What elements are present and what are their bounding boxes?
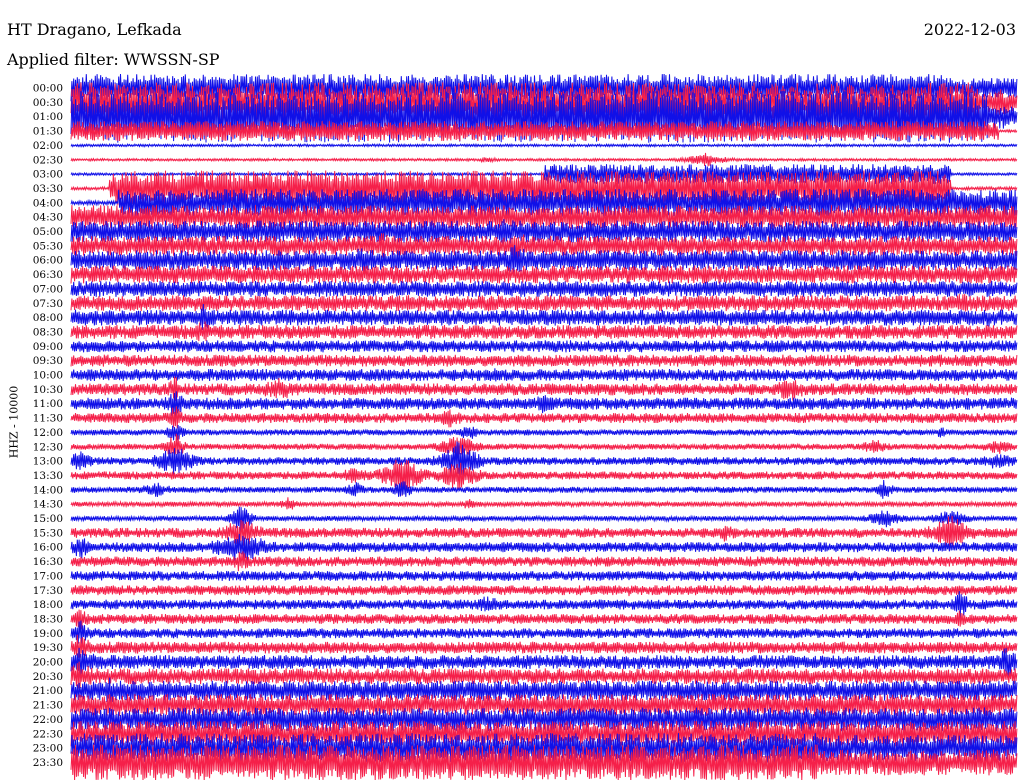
time-tick-label: 07:00 xyxy=(33,283,63,295)
time-tick-label: 09:30 xyxy=(33,355,63,367)
time-tick-label: 16:00 xyxy=(33,542,63,554)
time-tick-label: 18:00 xyxy=(33,599,63,611)
time-tick-label: 23:30 xyxy=(33,757,63,769)
time-tick-label: 02:30 xyxy=(33,154,63,166)
time-tick-label: 05:00 xyxy=(33,226,63,238)
time-tick-label: 15:30 xyxy=(33,527,63,539)
trace-row xyxy=(70,293,1018,312)
trace-row xyxy=(70,591,1018,620)
time-tick-label: 13:00 xyxy=(33,456,63,468)
time-tick-label: 14:00 xyxy=(33,484,63,496)
time-tick-label: 23:00 xyxy=(33,743,63,755)
time-tick-label: 20:00 xyxy=(33,657,63,669)
time-tick-label: 17:30 xyxy=(33,585,63,597)
time-tick-label: 19:00 xyxy=(33,628,63,640)
trace-row xyxy=(70,340,1018,353)
time-tick-label: 20:30 xyxy=(33,671,63,683)
time-tick-label: 11:00 xyxy=(33,398,63,410)
time-tick-label: 14:30 xyxy=(33,499,63,511)
time-tick-label: 01:30 xyxy=(33,126,63,138)
time-tick-label: 04:30 xyxy=(33,212,63,224)
helicorder-plot: 00:00 00:30 01:00 01:30 02:00 02:30 03:00 03:30… xyxy=(33,73,1018,780)
time-tick-label: 22:00 xyxy=(33,714,63,726)
time-tick-label: 11:30 xyxy=(33,413,63,425)
time-tick-label: 03:30 xyxy=(33,183,63,195)
time-tick-label: 08:00 xyxy=(33,312,63,324)
time-tick-label: 12:30 xyxy=(33,441,63,453)
trace-row xyxy=(70,479,1018,499)
trace-row xyxy=(70,551,1018,572)
trace-row xyxy=(70,152,1018,167)
time-tick-label: 10:30 xyxy=(33,384,63,396)
time-tick-label: 15:00 xyxy=(33,513,63,525)
trace-row xyxy=(70,424,1018,441)
trace-row xyxy=(70,354,1018,367)
trace-row xyxy=(70,620,1018,644)
time-tick-label: 21:00 xyxy=(33,685,63,697)
time-tick-label: 04:00 xyxy=(33,197,63,209)
time-tick-label: 22:30 xyxy=(33,728,63,740)
time-tick-label: 10:00 xyxy=(33,370,63,382)
time-tick-label: 21:30 xyxy=(33,700,63,712)
time-tick-label: 00:00 xyxy=(33,83,63,95)
time-tick-label: 13:30 xyxy=(33,470,63,482)
time-tick-label: 18:30 xyxy=(33,613,63,625)
trace-row xyxy=(70,433,1018,458)
time-axis: 00:00 00:30 01:00 01:30 02:00 02:30 03:00 03:30… xyxy=(33,83,63,769)
time-tick-label: 06:30 xyxy=(33,269,63,281)
time-tick-label: 16:30 xyxy=(33,556,63,568)
time-tick-label: 17:00 xyxy=(33,570,63,582)
trace-row xyxy=(70,609,1018,630)
trace-row xyxy=(70,142,1018,148)
time-tick-label: 06:00 xyxy=(33,255,63,267)
time-tick-label: 09:00 xyxy=(33,341,63,353)
time-tick-label: 12:00 xyxy=(33,427,63,439)
time-tick-label: 19:30 xyxy=(33,642,63,654)
time-tick-label: 01:00 xyxy=(33,111,63,123)
time-tick-label: 03:00 xyxy=(33,169,63,181)
time-tick-label: 00:30 xyxy=(33,97,63,109)
trace-row xyxy=(70,280,1018,297)
time-tick-label: 02:00 xyxy=(33,140,63,152)
trace-row xyxy=(70,585,1018,597)
time-tick-label: 08:30 xyxy=(33,326,63,338)
trace-row xyxy=(70,368,1018,382)
time-tick-label: 07:30 xyxy=(33,298,63,310)
time-tick-label: 05:30 xyxy=(33,240,63,252)
seismic-traces xyxy=(70,73,1018,780)
trace-row xyxy=(70,497,1018,510)
trace-row xyxy=(70,570,1018,581)
